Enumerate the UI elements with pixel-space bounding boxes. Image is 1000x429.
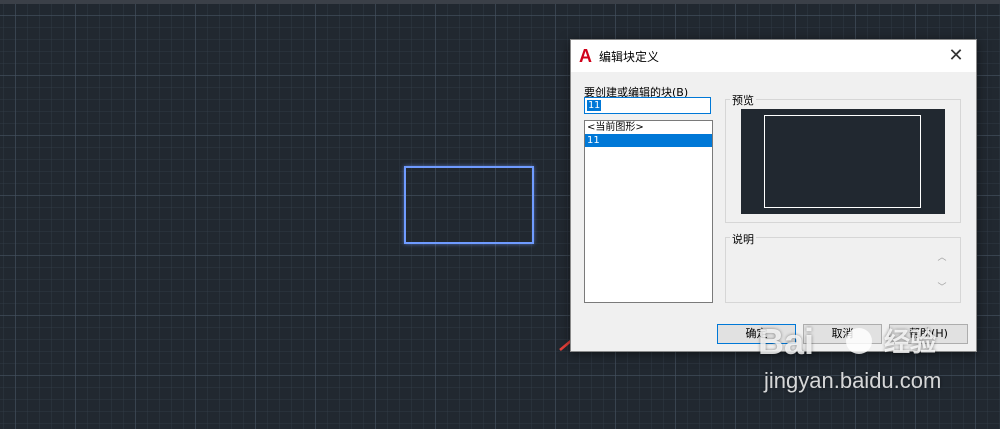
- drawn-rectangle[interactable]: [404, 166, 534, 244]
- block-name-value: 11: [587, 100, 602, 111]
- watermark-url: jingyan.baidu.com: [764, 368, 942, 393]
- list-item-current-drawing[interactable]: <当前图形>: [585, 121, 712, 134]
- dialog-title: 编辑块定义: [599, 50, 660, 64]
- block-name-input[interactable]: 11: [584, 97, 711, 114]
- autocad-logo-icon: A: [579, 46, 592, 66]
- help-button[interactable]: 帮助(H): [889, 324, 968, 344]
- close-button[interactable]: ✕: [944, 44, 968, 68]
- edit-block-definition-dialog: A 编辑块定义 ✕ 要创建或编辑的块(B) 11 <当前图形> 11 预览 说明…: [570, 39, 977, 352]
- list-item-block-11[interactable]: 11: [585, 134, 712, 147]
- preview-canvas: [741, 109, 945, 214]
- preview-rectangle: [764, 115, 921, 208]
- ok-button[interactable]: 确定: [717, 324, 796, 344]
- cancel-button[interactable]: 取消: [803, 324, 882, 344]
- preview-label: 预览: [730, 92, 756, 108]
- dialog-titlebar[interactable]: A 编辑块定义 ✕: [571, 40, 976, 72]
- scroll-down-arrow-icon[interactable]: ﹀: [935, 280, 949, 293]
- block-list[interactable]: <当前图形> 11: [584, 120, 713, 303]
- description-label: 说明: [730, 231, 756, 247]
- scroll-up-arrow-icon[interactable]: ︿: [935, 250, 949, 263]
- app-top-bar: [0, 0, 1000, 4]
- description-group: [725, 237, 961, 303]
